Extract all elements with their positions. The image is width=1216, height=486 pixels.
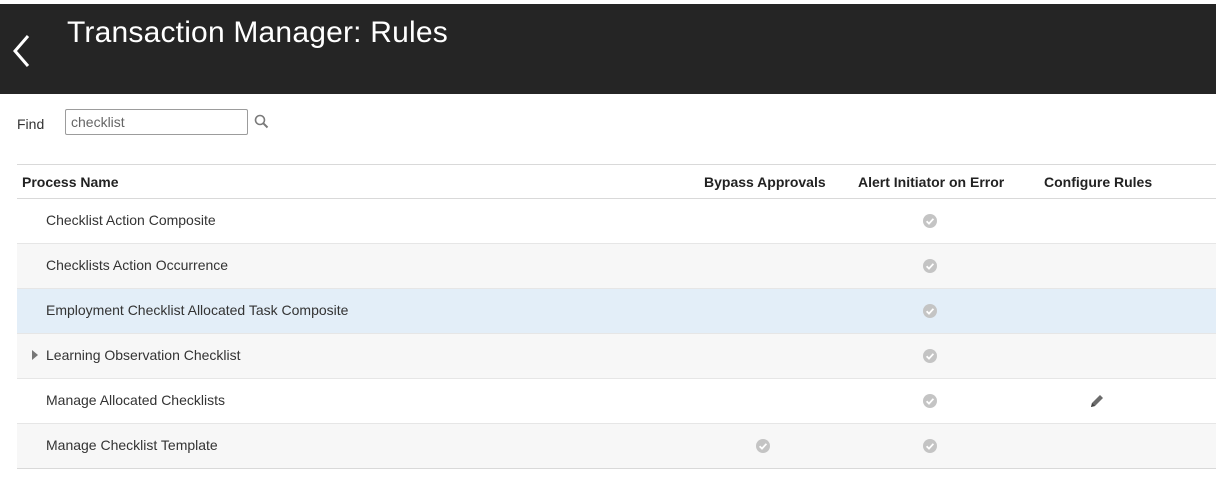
table-row[interactable]: Checklists Action Occurrence xyxy=(17,244,1216,289)
column-header-configure-rules[interactable]: Configure Rules xyxy=(1044,174,1152,190)
alert-initiator-check-icon xyxy=(923,349,937,363)
find-label: Find xyxy=(17,116,45,132)
table-header: Process Name Bypass Approvals Alert Init… xyxy=(17,165,1216,199)
process-name[interactable]: Manage Checklist Template xyxy=(46,437,218,453)
process-name[interactable]: Manage Allocated Checklists xyxy=(46,392,225,408)
process-name[interactable]: Checklist Action Composite xyxy=(46,212,216,228)
column-header-bypass-approvals[interactable]: Bypass Approvals xyxy=(704,174,826,190)
column-header-process-name[interactable]: Process Name xyxy=(22,174,119,190)
page-title: Transaction Manager: Rules xyxy=(67,16,448,49)
table-body: Checklist Action Composite Checklists Act… xyxy=(17,199,1216,468)
alert-initiator-check-icon xyxy=(923,259,937,273)
search-icon[interactable] xyxy=(253,113,271,131)
process-name[interactable]: Checklists Action Occurrence xyxy=(46,257,228,273)
table-row[interactable]: Checklist Action Composite xyxy=(17,199,1216,244)
bypass-approvals-check-icon xyxy=(756,439,770,453)
chevron-left-icon[interactable] xyxy=(10,32,34,70)
process-name[interactable]: Learning Observation Checklist xyxy=(46,347,241,363)
alert-initiator-check-icon xyxy=(923,394,937,408)
expand-triangle-icon[interactable] xyxy=(32,350,38,360)
table-row[interactable]: Manage Checklist Template xyxy=(17,424,1216,468)
find-input[interactable] xyxy=(65,109,248,135)
edit-pencil-icon[interactable] xyxy=(1089,393,1105,409)
alert-initiator-check-icon xyxy=(923,439,937,453)
page-header: Transaction Manager: Rules xyxy=(0,4,1216,94)
rules-table: Process Name Bypass Approvals Alert Init… xyxy=(17,164,1216,469)
table-row[interactable]: Employment Checklist Allocated Task Comp… xyxy=(17,289,1216,334)
process-name[interactable]: Employment Checklist Allocated Task Comp… xyxy=(46,302,348,318)
alert-initiator-check-icon xyxy=(923,304,937,318)
table-row[interactable]: Learning Observation Checklist xyxy=(17,334,1216,379)
table-row[interactable]: Manage Allocated Checklists xyxy=(17,379,1216,424)
alert-initiator-check-icon xyxy=(923,214,937,228)
column-header-alert-initiator-on-error[interactable]: Alert Initiator on Error xyxy=(858,174,1004,190)
